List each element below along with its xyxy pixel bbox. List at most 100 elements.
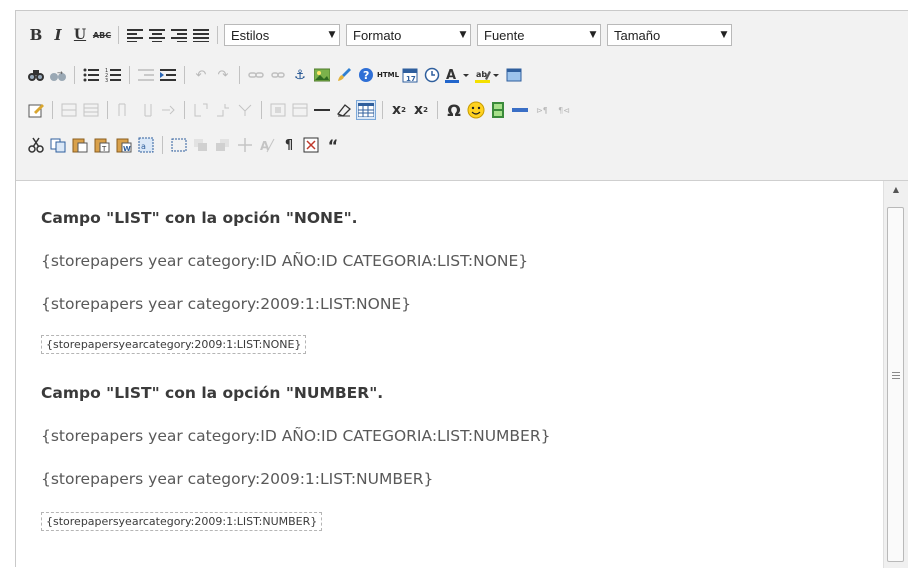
numbered-list-icon[interactable]: 123 bbox=[103, 65, 123, 85]
strikethrough-button[interactable]: ABC bbox=[92, 25, 112, 45]
cut-icon[interactable] bbox=[26, 135, 46, 155]
absolute-position-icon[interactable] bbox=[235, 135, 255, 155]
insert-time-icon[interactable] bbox=[422, 65, 442, 85]
delete-row-icon[interactable] bbox=[81, 100, 101, 120]
ltr-icon[interactable]: ⊳¶ bbox=[532, 100, 552, 120]
layer-back-icon[interactable] bbox=[213, 135, 233, 155]
scroll-up-icon[interactable]: ▲ bbox=[890, 185, 902, 197]
table-props-icon[interactable] bbox=[290, 100, 310, 120]
align-center-icon[interactable] bbox=[147, 25, 167, 45]
svg-text:3: 3 bbox=[105, 78, 108, 82]
find-icon[interactable] bbox=[26, 65, 46, 85]
align-right-icon[interactable] bbox=[169, 25, 189, 45]
paste-icon[interactable] bbox=[70, 135, 90, 155]
help-icon[interactable]: ? bbox=[356, 65, 376, 85]
split-cells-icon[interactable] bbox=[191, 100, 211, 120]
size-combo-label: Tamaño bbox=[614, 27, 661, 43]
subscript-button[interactable]: x2 bbox=[389, 100, 409, 120]
styles-combo[interactable]: Estilos ▼ bbox=[224, 24, 340, 46]
superscript-label: x bbox=[414, 102, 424, 118]
special-char-button[interactable]: Ω bbox=[444, 100, 464, 120]
emoticon-icon[interactable] bbox=[466, 100, 486, 120]
copy-icon[interactable] bbox=[48, 135, 68, 155]
redo-icon[interactable]: ↷ bbox=[213, 65, 233, 85]
media-icon[interactable] bbox=[488, 100, 508, 120]
table-cell-props-icon[interactable] bbox=[268, 100, 288, 120]
styleprops-icon[interactable]: A bbox=[257, 135, 277, 155]
content-tag-example: {storepapers year category:2009:1:LIST:N… bbox=[41, 470, 434, 488]
format-combo[interactable]: Formato ▼ bbox=[346, 24, 471, 46]
svg-text:→: → bbox=[57, 69, 63, 77]
insert-column-before-icon[interactable] bbox=[114, 100, 134, 120]
template-icon[interactable] bbox=[301, 135, 321, 155]
vertical-scrollbar[interactable]: ▲ bbox=[883, 181, 908, 568]
svg-text:W: W bbox=[123, 145, 131, 153]
content-tag-template: {storepapers year category:ID AÑO:ID CAT… bbox=[41, 427, 551, 445]
subscript-label: x bbox=[392, 102, 402, 118]
toolbar-separator bbox=[74, 66, 75, 84]
superscript-button[interactable]: x2 bbox=[411, 100, 431, 120]
toolbar-separator bbox=[217, 26, 218, 44]
toolbar-separator bbox=[129, 66, 130, 84]
chevron-down-icon: ▼ bbox=[720, 30, 728, 40]
toolbar-row-1: B I U ABC Estilos ▼ Formato ▼ Fuente ▼ T… bbox=[26, 23, 738, 47]
font-combo-label: Fuente bbox=[484, 27, 525, 43]
delete-column-icon[interactable] bbox=[158, 100, 178, 120]
toolbar-separator bbox=[239, 66, 240, 84]
toolbar-separator bbox=[382, 101, 383, 119]
format-combo-label: Formato bbox=[353, 27, 402, 43]
insert-column-after-icon[interactable] bbox=[136, 100, 156, 120]
align-justify-icon[interactable] bbox=[191, 25, 211, 45]
size-combo[interactable]: Tamaño ▼ bbox=[607, 24, 732, 46]
outdent-icon[interactable] bbox=[136, 65, 156, 85]
edit-css-icon[interactable] bbox=[26, 100, 46, 120]
content-tag-example: {storepapers year category:2009:1:LIST:N… bbox=[41, 295, 412, 313]
font-combo[interactable]: Fuente ▼ bbox=[477, 24, 601, 46]
anchor-icon[interactable]: ⚓ bbox=[290, 65, 310, 85]
image-icon[interactable] bbox=[312, 65, 332, 85]
merge-cells-icon[interactable] bbox=[213, 100, 233, 120]
toolbar-separator bbox=[261, 101, 262, 119]
content-heading-none: Campo "LIST" con la opción "NONE". bbox=[41, 209, 358, 227]
unlink-icon[interactable] bbox=[268, 65, 288, 85]
italic-button[interactable]: I bbox=[48, 25, 68, 45]
page-break-icon[interactable] bbox=[510, 100, 530, 120]
replace-icon[interactable]: → bbox=[48, 65, 68, 85]
svg-text:A: A bbox=[260, 139, 270, 153]
scrollbar-thumb[interactable] bbox=[887, 207, 904, 562]
indent-icon[interactable] bbox=[158, 65, 178, 85]
paste-word-icon[interactable]: W bbox=[114, 135, 134, 155]
html-source-button[interactable]: HTML bbox=[377, 65, 399, 85]
undo-icon[interactable]: ↶ bbox=[191, 65, 211, 85]
underline-button[interactable]: U bbox=[70, 25, 90, 45]
blockquote-button[interactable]: “ bbox=[323, 135, 343, 155]
remove-format-icon[interactable] bbox=[334, 100, 354, 120]
toolbar-separator bbox=[437, 101, 438, 119]
bulleted-list-icon[interactable] bbox=[81, 65, 101, 85]
chevron-down-icon: ▼ bbox=[589, 30, 597, 40]
table-row-props-icon[interactable] bbox=[235, 100, 255, 120]
content-heading-number: Campo "LIST" con la opción "NUMBER". bbox=[41, 384, 384, 402]
highlight-color-icon[interactable]: ab bbox=[474, 65, 502, 85]
editor-content[interactable]: Campo "LIST" con la opción "NONE". {stor… bbox=[16, 181, 882, 568]
cleanup-brush-icon[interactable] bbox=[334, 65, 354, 85]
layer-insert-icon[interactable] bbox=[191, 135, 211, 155]
select-all-icon[interactable]: a bbox=[136, 135, 156, 155]
insert-date-icon[interactable]: 17 bbox=[400, 65, 420, 85]
align-left-icon[interactable] bbox=[125, 25, 145, 45]
text-color-icon[interactable]: A bbox=[444, 65, 472, 85]
paste-text-icon[interactable]: T bbox=[92, 135, 112, 155]
grip-icon bbox=[892, 372, 900, 381]
svg-text:?: ? bbox=[363, 69, 369, 82]
bold-button[interactable]: B bbox=[26, 25, 46, 45]
fullscreen-icon[interactable] bbox=[504, 65, 524, 85]
show-paragraphs-button[interactable]: ¶ bbox=[279, 135, 299, 155]
show-blocks-icon[interactable] bbox=[169, 135, 189, 155]
toolbar-separator bbox=[162, 136, 163, 154]
insert-table-icon[interactable] bbox=[356, 100, 376, 120]
link-icon[interactable] bbox=[246, 65, 266, 85]
insert-row-icon[interactable] bbox=[59, 100, 79, 120]
horizontal-rule-icon[interactable] bbox=[312, 100, 332, 120]
rtl-icon[interactable]: ¶⊲ bbox=[554, 100, 574, 120]
toolbar-separator bbox=[107, 101, 108, 119]
